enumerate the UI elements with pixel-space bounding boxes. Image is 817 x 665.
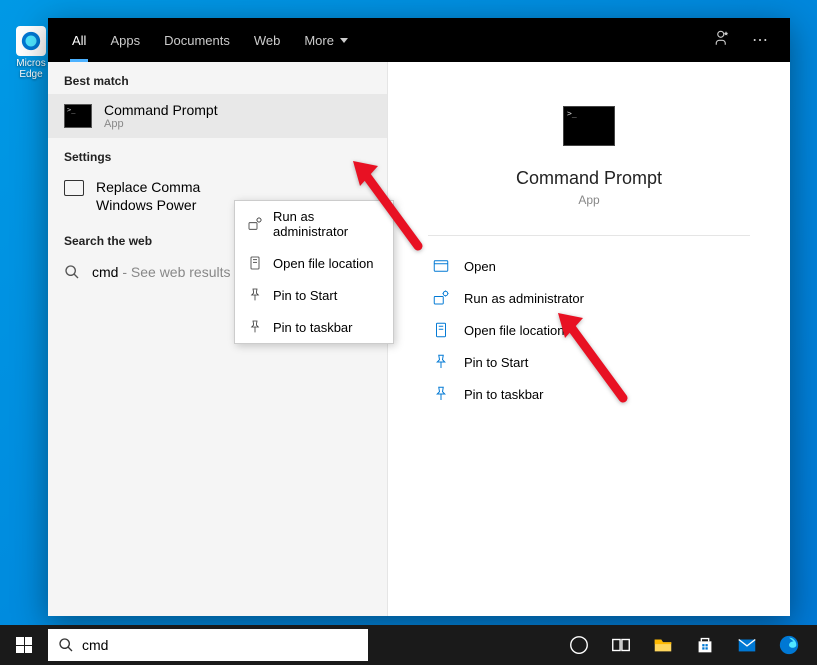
preview-title: Command Prompt — [516, 168, 662, 189]
context-label: Pin to Start — [273, 288, 337, 303]
result-subtitle: App — [104, 118, 371, 130]
admin-icon — [247, 216, 263, 232]
context-pin-taskbar[interactable]: Pin to taskbar — [235, 311, 393, 343]
taskbar-icons — [559, 625, 817, 665]
search-tabs: All Apps Documents Web More ⋯ — [48, 18, 790, 62]
taskbar-search-box[interactable] — [48, 629, 368, 661]
preview-column: Command Prompt App Open Run as administr… — [388, 62, 790, 616]
more-options-icon[interactable]: ⋯ — [742, 30, 778, 50]
action-run-admin[interactable]: Run as administrator — [428, 282, 750, 314]
start-button[interactable] — [0, 625, 48, 665]
tab-apps[interactable]: Apps — [98, 18, 152, 62]
action-label: Open file location — [464, 323, 564, 338]
windows-logo-icon — [16, 637, 32, 653]
action-open[interactable]: Open — [428, 250, 750, 282]
action-label: Pin to Start — [464, 355, 528, 370]
tab-documents[interactable]: Documents — [152, 18, 242, 62]
taskbar-edge[interactable] — [769, 625, 809, 665]
section-settings: Settings — [48, 138, 387, 170]
pin-start-icon — [247, 287, 263, 303]
edge-icon — [16, 26, 46, 56]
admin-icon — [432, 289, 450, 307]
folder-icon — [247, 255, 263, 271]
action-pin-taskbar[interactable]: Pin to taskbar — [428, 378, 750, 410]
pin-taskbar-icon — [247, 319, 263, 335]
tab-web[interactable]: Web — [242, 18, 293, 62]
start-search-panel: All Apps Documents Web More ⋯ Best match… — [48, 18, 790, 616]
taskbar-file-explorer[interactable] — [643, 625, 683, 665]
rewards-icon[interactable] — [704, 29, 742, 52]
search-icon — [58, 637, 74, 653]
open-icon — [432, 257, 450, 275]
settings-item-label: Replace Comma Windows Power — [96, 178, 200, 214]
action-label: Open — [464, 259, 496, 274]
preview-cmd-icon — [563, 106, 615, 146]
action-list: Open Run as administrator Open file loca… — [428, 250, 750, 410]
action-label: Run as administrator — [464, 291, 584, 306]
taskbar-task-view[interactable] — [601, 625, 641, 665]
desktop-icon-edge[interactable]: Micros Edge — [14, 26, 48, 80]
preview-subtitle: App — [578, 193, 599, 207]
search-icon — [64, 264, 80, 280]
result-title: Command Prompt — [104, 102, 371, 118]
context-label: Run as administrator — [273, 209, 381, 239]
context-run-admin[interactable]: Run as administrator — [235, 201, 393, 247]
cmd-icon — [64, 104, 92, 128]
taskbar-cortana[interactable] — [559, 625, 599, 665]
context-open-location[interactable]: Open file location — [235, 247, 393, 279]
context-label: Open file location — [273, 256, 373, 271]
action-pin-start[interactable]: Pin to Start — [428, 346, 750, 378]
results-column: Best match Command Prompt App Settings R… — [48, 62, 388, 616]
context-menu: Run as administrator Open file location … — [234, 200, 394, 344]
context-label: Pin to taskbar — [273, 320, 353, 335]
search-input[interactable] — [82, 637, 358, 653]
result-command-prompt[interactable]: Command Prompt App — [48, 94, 387, 138]
action-label: Pin to taskbar — [464, 387, 544, 402]
pin-start-icon — [432, 353, 450, 371]
folder-icon — [432, 321, 450, 339]
taskbar — [0, 625, 817, 665]
pin-taskbar-icon — [432, 385, 450, 403]
divider — [428, 235, 750, 236]
action-open-location[interactable]: Open file location — [428, 314, 750, 346]
section-best-match: Best match — [48, 62, 387, 94]
context-pin-start[interactable]: Pin to Start — [235, 279, 393, 311]
desktop-icon-label: Micros Edge — [14, 58, 48, 80]
taskbar-mail[interactable] — [727, 625, 767, 665]
tab-more[interactable]: More — [292, 18, 360, 62]
tab-all[interactable]: All — [60, 18, 98, 62]
monitor-icon — [64, 180, 84, 196]
taskbar-store[interactable] — [685, 625, 725, 665]
